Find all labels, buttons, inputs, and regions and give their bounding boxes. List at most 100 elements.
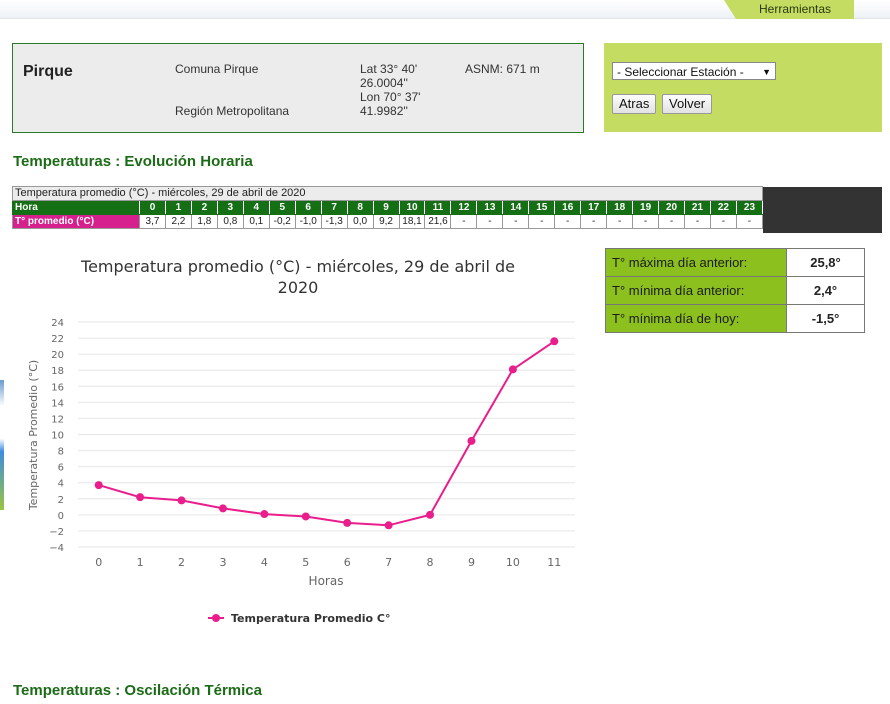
value-cell: - (632, 214, 660, 229)
value-cell: - (502, 214, 530, 229)
hour-cell: 23 (735, 200, 764, 215)
chart-data-point[interactable] (384, 521, 393, 530)
chart-data-point[interactable] (343, 518, 352, 527)
value-cell: 1,8 (190, 214, 218, 229)
chart-y-tick-label: 20 (51, 350, 64, 361)
hour-cell: 3 (216, 200, 244, 215)
legend-marker (212, 614, 220, 622)
chart-y-tick-label: 22 (51, 334, 64, 345)
stats-label: T° mínima día de hoy: (605, 304, 787, 333)
hour-cell: 14 (502, 200, 530, 215)
stats-label: T° mínima día anterior: (605, 276, 787, 305)
chart-x-tick-label: 2 (178, 556, 185, 569)
chart-y-tick-label: 24 (51, 318, 64, 329)
chart-title-line-1: Temperatura promedio (°C) - miércoles, 2… (80, 257, 515, 276)
stats-row: T° máxima día anterior: 25,8° (605, 248, 865, 277)
chart-x-tick-label: 5 (302, 556, 309, 569)
chart-data-point[interactable] (467, 436, 476, 445)
value-cell: - (709, 214, 737, 229)
hour-cell: 19 (632, 200, 660, 215)
value-cell: - (554, 214, 582, 229)
chart-x-tick-label: 8 (427, 556, 434, 569)
value-cell: -1,0 (294, 214, 322, 229)
station-region: Región Metropolitana (175, 104, 290, 118)
value-cell: 9,2 (372, 214, 400, 229)
stats-label: T° máxima día anterior: (605, 248, 787, 277)
chart-x-tick-label: 6 (344, 556, 351, 569)
value-cell: 0,1 (242, 214, 270, 229)
chart-x-tick-label: 1 (137, 556, 144, 569)
station-latitude: Lat 33° 40' 26.0004'' (360, 62, 418, 90)
chart-x-axis-label: Horas (309, 574, 344, 588)
hour-cell: 1 (164, 200, 192, 215)
chart-data-point[interactable] (260, 510, 269, 519)
stats-row: T° mínima día de hoy: -1,5° (605, 304, 865, 333)
volver-button[interactable]: Volver (662, 94, 713, 114)
chart-y-tick-label: 4 (58, 479, 64, 490)
chart-data-point[interactable] (550, 337, 559, 346)
hour-cell: 21 (684, 200, 711, 215)
hour-cell: 4 (242, 200, 270, 215)
hour-cell: 12 (450, 200, 478, 215)
chart-data-point[interactable] (94, 481, 103, 490)
hour-cell: 16 (554, 200, 582, 215)
hourly-temperature-table: Temperatura promedio (°C) - miércoles, 2… (12, 186, 764, 229)
hour-cell: 0 (139, 200, 166, 215)
section-title-oscillation: Temperaturas : Oscilación Térmica (13, 682, 262, 699)
stats-value: 2,4° (786, 276, 865, 305)
chart-data-point[interactable] (136, 493, 145, 502)
table-side-panel (763, 187, 882, 233)
hour-cell: 7 (320, 200, 348, 215)
chart-y-tick-label: 2 (58, 495, 64, 506)
hour-cell: 22 (709, 200, 737, 215)
chart-y-tick-label: 10 (51, 431, 64, 442)
value-cell: 0,0 (346, 214, 374, 229)
hour-cell: 17 (580, 200, 608, 215)
temperature-chart: Temperatura promedio (°C) - miércoles, 2… (27, 257, 575, 625)
chart-title-line-2: 2020 (278, 278, 319, 297)
chart-data-point[interactable] (301, 512, 310, 521)
atras-button[interactable]: Atras (612, 94, 657, 114)
hour-cell: 8 (346, 200, 374, 215)
stats-value: -1,5° (786, 304, 865, 333)
chart-data-point[interactable] (426, 510, 435, 519)
value-cell: 3,7 (139, 214, 166, 229)
tools-tab[interactable]: Herramientas (724, 0, 854, 19)
chart-y-axis-label: Temperatura Promedio (°C) (27, 360, 40, 511)
hour-cell: 20 (658, 200, 686, 215)
station-comuna: Comuna Pirque (175, 62, 259, 76)
station-select[interactable]: - Seleccionar Estación - ▼ (612, 62, 776, 80)
value-cell: - (735, 214, 764, 229)
chart-y-tick-label: 18 (51, 366, 64, 377)
chevron-down-icon: ▼ (762, 67, 771, 77)
chart-data-point[interactable] (508, 365, 517, 374)
value-cell: - (450, 214, 478, 229)
chart-y-tick-label: 8 (58, 447, 64, 458)
value-cell: 21,6 (424, 214, 452, 229)
chart-y-tick-label: 16 (51, 382, 64, 393)
value-cell: - (606, 214, 634, 229)
hour-cell: 5 (268, 200, 296, 215)
chart-data-point[interactable] (177, 496, 186, 505)
chart-x-tick-label: 11 (547, 556, 561, 569)
chart-y-tick-label: −4 (49, 543, 64, 554)
value-cell: 18,1 (398, 214, 426, 229)
chart-legend[interactable]: Temperatura Promedio C° (208, 612, 390, 625)
station-select-value: - Seleccionar Estación - (617, 65, 744, 79)
value-cell: - (658, 214, 686, 229)
station-controls-panel: - Seleccionar Estación - ▼ Atras Volver (604, 43, 882, 132)
value-cell: 2,2 (164, 214, 192, 229)
chart-series-line (98, 340, 555, 527)
station-longitude: Lon 70° 37' 41.9982'' (360, 90, 421, 118)
chart-y-tick-label: 14 (51, 398, 64, 409)
chart-data-point[interactable] (218, 504, 227, 513)
value-cell: -1,3 (320, 214, 348, 229)
hour-row-label: Hora (12, 200, 140, 215)
hour-cell: 10 (398, 200, 426, 215)
section-title-hourly: Temperaturas : Evolución Horaria (13, 153, 253, 170)
stats-row: T° mínima día anterior: 2,4° (605, 276, 865, 305)
chart-y-tick-label: 6 (58, 463, 64, 474)
stats-value: 25,8° (786, 248, 865, 277)
value-cell: - (528, 214, 556, 229)
hour-cell: 2 (190, 200, 218, 215)
